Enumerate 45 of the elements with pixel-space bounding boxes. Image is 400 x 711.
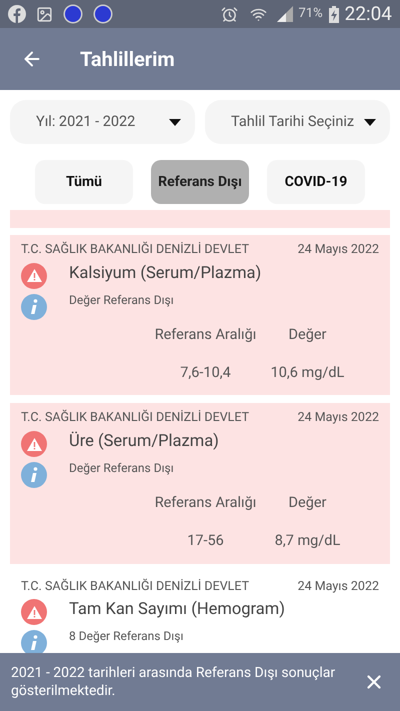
result-date: 24 Mayıs 2022 (298, 409, 379, 428)
institution-name: T.C. SAĞLIK BAKANLIĞI DENİZLİ DEVLET (21, 241, 250, 259)
out-of-range-note: Değer Referans Dışı (69, 292, 175, 309)
snackbar-message: 2021 - 2022 tarihleri arasında Referans Dışı sonuçlar gösterilmektedir. (11, 664, 336, 700)
alarm-icon (220, 6, 238, 22)
result-date: 24 Mayıs 2022 (298, 241, 379, 259)
institution-name: T.C. SAĞLIK BAKANLIĞI DENİZLİ DEVLET (21, 578, 250, 596)
app-icon (63, 4, 83, 24)
result-card[interactable]: T.C. SAĞLIK BAKANLIĞI DENİZLİ DEVLET 24 Mayıs 2022 Kalsiyum (Serum/Plazma) Değer Referans Dışı Referans Aralığı 7,6-10,4 Değer 10,6 mg/dL (10, 235, 390, 396)
screen-title: Tahlillerim (80, 46, 175, 73)
warning-icon (21, 262, 47, 289)
column-header: Değer (288, 493, 326, 513)
social-app-icon (8, 5, 26, 23)
test-name: Üre (Serum/Plazma) (69, 431, 220, 453)
reference-range: 17-56 (187, 530, 224, 551)
out-of-range-note: 8 Değer Referans Dışı (69, 628, 184, 646)
info-icon[interactable] (21, 294, 47, 320)
battery-percentage: 71% (298, 5, 323, 24)
column-header: Değer (288, 324, 326, 345)
filter-tab[interactable]: Tümü (35, 160, 133, 204)
test-name: Tam Kan Sayımı (Hemogram) (69, 599, 286, 622)
test-name: Kalsiyum (Serum/Plazma) (69, 262, 262, 285)
dropdown-field[interactable]: Yıl: 2021 - 2022 (10, 100, 195, 144)
column-header: Referans Aralığı (154, 493, 256, 513)
reference-range: 7,6-10,4 (180, 362, 231, 382)
warning-icon (21, 431, 47, 457)
charging-battery-icon (328, 6, 339, 22)
result-value: 10,6 mg/dL (270, 362, 344, 382)
app-icon (93, 4, 113, 24)
filter-tab[interactable]: COVID-19 (267, 160, 365, 204)
filter-tab[interactable]: Referans Dışı (151, 160, 249, 204)
gallery-icon (36, 6, 53, 22)
column-header: Referans Aralığı (154, 324, 256, 345)
institution-name: T.C. SAĞLIK BAKANLIĞI DENİZLİ DEVLET (21, 409, 250, 428)
result-date: 24 Mayıs 2022 (298, 578, 379, 596)
warning-icon (21, 599, 47, 626)
info-icon[interactable] (21, 462, 47, 488)
result-card[interactable]: T.C. SAĞLIK BAKANLIĞI DENİZLİ DEVLET 24 Mayıs 2022 Üre (Serum/Plazma) Değer Referans Dışı Referans Aralığı 17-56 Değer 8,7 mg/dL (10, 403, 390, 564)
signal-icon (276, 6, 293, 22)
dropdown-field[interactable]: Tahlil Tarihi Seçiniz (205, 100, 390, 144)
dropdown-caret-icon (364, 118, 376, 126)
clock-time: 22:04 (344, 0, 392, 27)
out-of-range-note: Değer Referans Dışı (69, 460, 175, 477)
result-value: 8,7 mg/dL (274, 530, 340, 551)
dropdown-caret-icon (169, 118, 181, 126)
